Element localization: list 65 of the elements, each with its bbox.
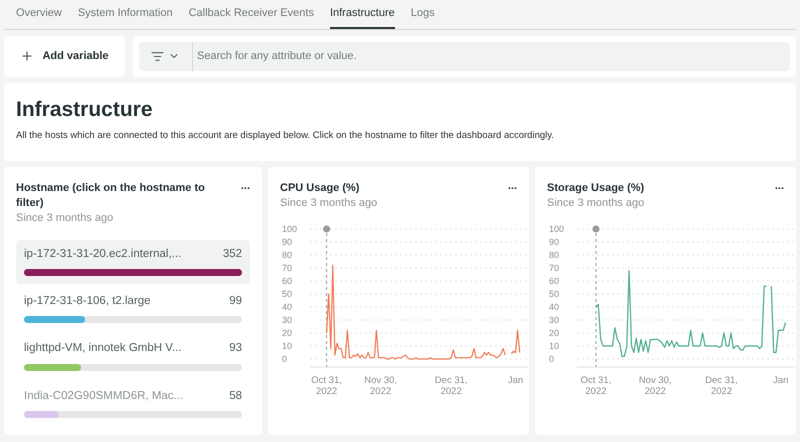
axis-label: Dec 31, 2022 (705, 374, 738, 397)
host-row[interactable]: lighttpd-VM, innotek GmbH V... 93 (16, 334, 250, 378)
filter-icon (151, 50, 164, 62)
more-menu[interactable]: ... (240, 180, 250, 192)
axis-label: Dec 31, 2022 (434, 374, 468, 397)
axis-label: 30 (282, 314, 292, 325)
host-count: 99 (229, 294, 242, 309)
card-title: CPU Usage (%) (280, 180, 360, 196)
search-input[interactable]: Search for any attribute or value. (193, 48, 790, 64)
more-menu[interactable]: ... (508, 180, 517, 192)
axis-label: 60 (549, 276, 560, 286)
host-row[interactable]: ip-172-31-31-20.ec2.internal,... 352 (16, 240, 250, 284)
card-title: Hostname (click on the hostname to filter) (16, 180, 206, 211)
axis-label: 80 (282, 250, 292, 260)
host-name: ip-172-31-31-20.ec2.internal,... (24, 246, 182, 262)
tab[interactable]: Callback Receiver Events (188, 0, 314, 28)
card-subtitle: Since 3 months ago (16, 210, 114, 226)
axis-label: 50 (282, 288, 292, 299)
axis-label: Jan (773, 374, 788, 386)
axis-label: Oct 31, 2022 (580, 374, 612, 397)
card-title: Storage Usage (%) (547, 180, 644, 196)
axis-label: 60 (282, 276, 292, 286)
axis-label: 10 (549, 340, 560, 351)
axis-label: 10 (282, 340, 292, 351)
axis-label: 0 (282, 354, 288, 364)
axis-label: 100 (282, 224, 298, 234)
card-subtitle: Since 3 months ago (280, 196, 378, 211)
axis-label: 40 (549, 302, 560, 312)
axis-label: Jan (508, 374, 524, 386)
tab[interactable]: System Information (78, 0, 173, 28)
page-description: All the hosts which are connected to this account are displayed below. Click on the hostname to filter the dashboard accordingly. (16, 128, 555, 142)
tab[interactable]: Overview (16, 0, 62, 28)
axis-label: Nov 30, 2022 (638, 374, 672, 397)
tab[interactable]: Logs (410, 0, 435, 28)
axis-label: 70 (282, 262, 292, 273)
tab[interactable]: Infrastructure (330, 0, 395, 28)
host-count: 93 (229, 341, 242, 356)
host-name: ip-172-31-8-106, t2.large (24, 294, 151, 309)
axis-label: 80 (549, 250, 560, 260)
axis-label: 30 (549, 314, 560, 325)
page-title: Infrastructure (16, 96, 154, 122)
more-menu[interactable]: ... (774, 180, 784, 192)
marker-handle[interactable] (592, 225, 600, 232)
plus-icon (20, 49, 34, 63)
axis-label: 90 (549, 236, 560, 247)
axis-label: 0 (549, 354, 554, 364)
host-name: lighttpd-VM, innotek GmbH V... (24, 341, 182, 356)
host-row[interactable]: ip-172-31-8-106, t2.large 99 (16, 287, 250, 332)
axis-label: 100 (549, 224, 564, 234)
axis-label: Nov 30, 2022 (364, 374, 397, 397)
host-name: India-C02G90SMMD6R, Mac... (24, 388, 184, 404)
host-count: 58 (229, 388, 242, 404)
axis-label: 20 (282, 328, 292, 338)
host-row[interactable]: India-C02G90SMMD6R, Mac... 58 (16, 382, 250, 426)
axis-label: Oct 31, 2022 (311, 374, 342, 397)
card-subtitle: Since 3 months ago (547, 196, 644, 211)
search-field[interactable]: Search for any attribute or value. (139, 42, 790, 70)
axis-label: 90 (282, 236, 292, 247)
axis-label: 20 (549, 328, 560, 338)
host-count: 352 (222, 246, 242, 262)
axis-label: 50 (549, 288, 560, 299)
add-variable-button[interactable]: Add variable (4, 36, 125, 76)
marker-handle[interactable] (323, 225, 330, 232)
axis-label: 40 (282, 302, 292, 312)
axis-label: 70 (549, 262, 560, 273)
